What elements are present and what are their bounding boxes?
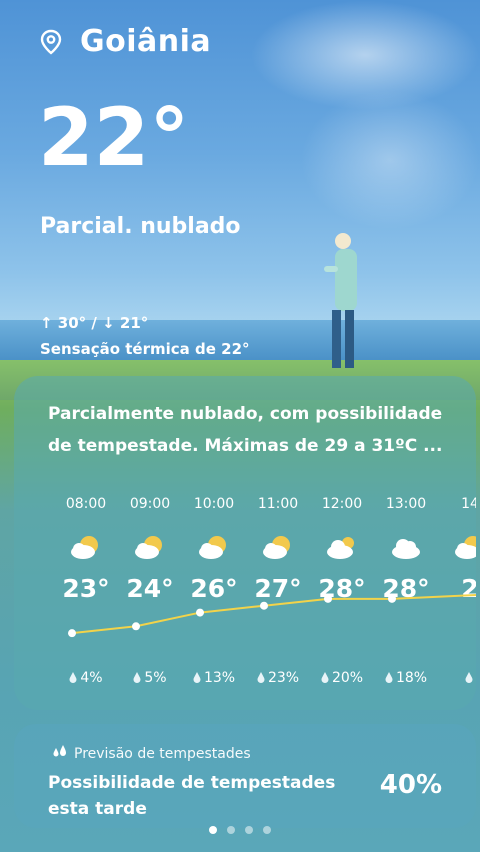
- trend-point: [68, 629, 76, 638]
- rain-chance: 5%: [118, 670, 182, 686]
- rain-chance-value: 18%: [395, 670, 428, 686]
- forecast-card[interactable]: Parcialmente nublado, com possibilidade …: [14, 376, 476, 710]
- storm-probability: 40%: [379, 770, 442, 800]
- temperature-trend-line: [68, 594, 476, 638]
- hour-time: 12:00: [321, 496, 363, 512]
- partly-cloudy-sun-icon: [118, 528, 182, 566]
- storm-forecast-card[interactable]: Previsão de tempestades Possibilidade de…: [14, 724, 476, 828]
- rain-chance-value: 5%: [144, 670, 167, 686]
- rain-chance-value: 13%: [203, 670, 236, 686]
- page-dot[interactable]: [263, 826, 271, 834]
- raindrop-icon: [133, 672, 141, 683]
- hour-time: 10:00: [193, 496, 235, 512]
- raindrop-icon: [385, 672, 393, 683]
- current-condition: Parcial. nublado: [40, 214, 241, 239]
- raindrop-icon: [257, 672, 265, 683]
- storm-title: Possibilidade de tempestades esta tarde: [48, 773, 336, 819]
- cloud-decoration: [300, 90, 480, 230]
- raindrop-icon: [321, 672, 329, 683]
- trend-point: [260, 601, 268, 610]
- person-illustration: [324, 233, 357, 368]
- cloud-icon: [374, 528, 438, 566]
- storm-label: Previsão de tempestades: [74, 746, 251, 762]
- page-dot[interactable]: [227, 826, 235, 834]
- rain-chance: 4%: [54, 670, 118, 686]
- page-dot[interactable]: [245, 826, 253, 834]
- raindrop-icon: [465, 672, 472, 683]
- current-temperature: 22°: [38, 91, 190, 184]
- rain-chance-value: 23%: [267, 670, 300, 686]
- trend-point: [196, 608, 204, 617]
- trend-point: [324, 594, 332, 603]
- rain-chance: [438, 670, 476, 686]
- hour-time: 09:00: [129, 496, 171, 512]
- rain-chance-value: 20%: [331, 670, 364, 686]
- partly-cloudy-sun-icon: [438, 528, 476, 566]
- rain-chance-value: 4%: [80, 670, 103, 686]
- partly-cloudy-sun-icon: [246, 528, 310, 566]
- rain-chance: 23%: [246, 670, 310, 686]
- rain-chance: 20%: [310, 670, 374, 686]
- hour-time: 13:00: [385, 496, 427, 512]
- location-pin-icon: [40, 29, 62, 55]
- rain-chance: 18%: [374, 670, 438, 686]
- city-name: Goiânia: [80, 24, 212, 59]
- rain-chance: 13%: [182, 670, 246, 686]
- raindrop-icon: [69, 672, 77, 683]
- raindrop-icon: [193, 672, 201, 683]
- location-header[interactable]: Goiânia: [40, 24, 211, 59]
- hour-time: 11:00: [257, 496, 299, 512]
- hour-time: 08:00: [65, 496, 107, 512]
- hour-time: 14: [461, 496, 476, 512]
- trend-point: [388, 594, 396, 603]
- partly-cloudy-sun-icon: [182, 528, 246, 566]
- page-indicator[interactable]: [0, 826, 480, 834]
- high-low-temperature: ↑ 30° / ↓ 21°: [40, 314, 149, 332]
- page-dot[interactable]: [209, 826, 217, 834]
- cloudy-sun-icon: [310, 528, 374, 566]
- feels-like-temperature: Sensação térmica de 22°: [40, 340, 250, 358]
- raindrops-icon: [53, 745, 66, 757]
- trend-point: [132, 622, 140, 631]
- forecast-summary: Parcialmente nublado, com possibilidade …: [48, 404, 443, 456]
- partly-cloudy-sun-icon: [54, 528, 118, 566]
